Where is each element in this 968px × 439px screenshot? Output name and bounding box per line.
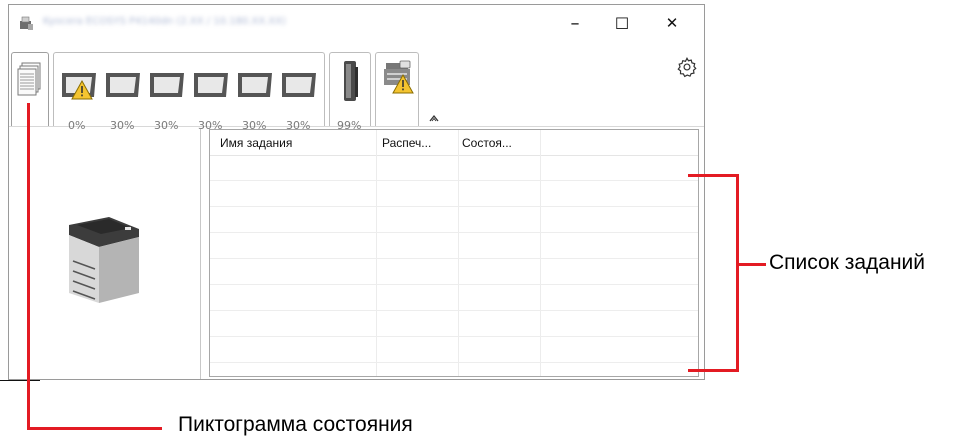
device-warning-icon <box>384 60 414 94</box>
column-divider <box>458 130 459 376</box>
row-line <box>210 206 698 207</box>
gear-icon[interactable] <box>676 56 698 78</box>
tab-paper-trays[interactable]: 0% 30% 30% 30% 30% 30% <box>53 52 325 132</box>
status-icon-callout-label: Пиктограмма состояния <box>178 413 413 436</box>
row-line <box>210 258 698 259</box>
row-line <box>210 180 698 181</box>
printer-image <box>69 217 139 303</box>
close-button[interactable]: ✕ <box>649 5 695 41</box>
job-list-callout-pointer <box>738 263 766 266</box>
status-monitor-window: Kyocera ECOSYS P4140dn (2.XX / 10.180.XX… <box>8 4 705 380</box>
column-divider <box>540 130 541 376</box>
row-line <box>210 232 698 233</box>
pane-splitter[interactable] <box>200 129 201 379</box>
maximize-button[interactable]: ☐ <box>599 5 645 41</box>
job-list-callout-bracket <box>736 174 739 372</box>
app-printer-icon <box>20 16 33 30</box>
job-list-callout-bottom <box>688 369 738 372</box>
tab-device[interactable] <box>375 52 419 126</box>
job-list-header: Имя задания Распеч... Состоя... <box>210 130 698 156</box>
column-status[interactable]: Состоя... <box>462 136 512 150</box>
column-job-name[interactable]: Имя задания <box>220 136 292 150</box>
tab-toner[interactable]: 99% <box>329 52 371 132</box>
tray-icon <box>282 73 316 97</box>
tray-icon <box>150 73 184 97</box>
status-icon-callout-vertical <box>27 103 30 430</box>
status-toolbar: 0% 30% 30% 30% 30% 30% 99% <box>9 42 704 132</box>
tray-icon <box>106 73 140 97</box>
tray-icon <box>238 73 272 97</box>
tray-icon <box>194 73 228 97</box>
job-list-callout-label: Список заданий <box>769 251 926 274</box>
row-line <box>210 362 698 363</box>
row-line <box>210 284 698 285</box>
tray-icons <box>62 73 316 100</box>
status-icon-callout-horizontal <box>27 427 162 430</box>
printer-image-pane <box>9 127 199 380</box>
row-line <box>210 310 698 311</box>
tab-status[interactable] <box>11 52 49 126</box>
status-pages-icon <box>17 62 41 96</box>
toner-icon <box>344 61 358 101</box>
minimize-button[interactable]: – <box>552 5 598 41</box>
divider <box>0 380 40 381</box>
expand-up-icon[interactable] <box>429 114 439 122</box>
title-bar[interactable]: Kyocera ECOSYS P4140dn (2.XX / 10.180.XX… <box>9 5 704 41</box>
window-title: Kyocera ECOSYS P4140dn (2.XX / 10.180.XX… <box>43 16 286 27</box>
column-divider <box>376 130 377 376</box>
column-printed[interactable]: Распеч... <box>382 136 431 150</box>
row-line <box>210 336 698 337</box>
tray-icon <box>62 73 96 100</box>
job-list-callout-top <box>688 174 738 177</box>
job-list[interactable]: Имя задания Распеч... Состоя... <box>209 129 699 377</box>
